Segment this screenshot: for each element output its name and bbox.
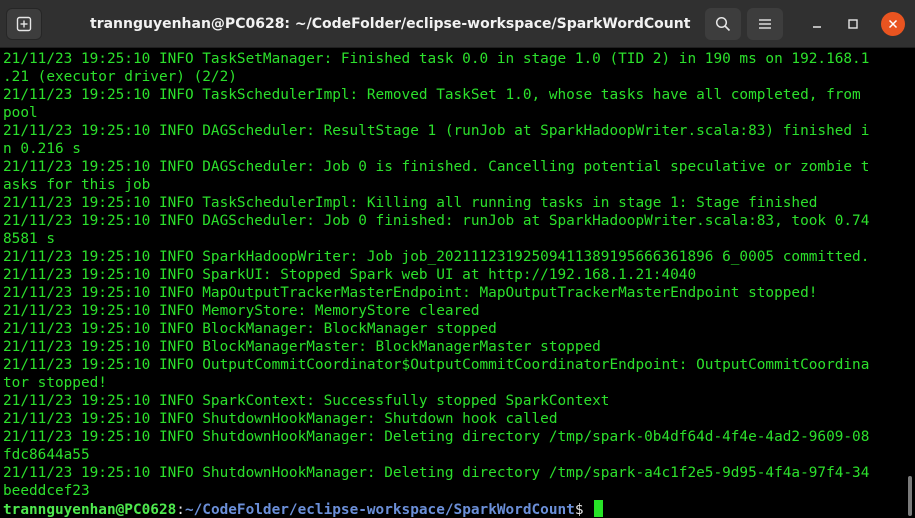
log-line: 21/11/23 19:25:10 INFO ShutdownHookManag… [3, 465, 870, 481]
log-line: 21/11/23 19:25:10 INFO TaskSchedulerImpl… [3, 195, 818, 211]
minimize-icon [813, 26, 821, 28]
scrollbar[interactable] [905, 48, 915, 518]
menu-button[interactable] [747, 8, 783, 40]
log-line: 21/11/23 19:25:10 INFO MemoryStore: Memo… [3, 303, 480, 319]
log-line: 21/11/23 19:25:10 INFO MapOutputTrackerM… [3, 285, 818, 301]
log-line: pool [3, 105, 38, 121]
log-line: 21/11/23 19:25:10 INFO TaskSetManager: F… [3, 51, 870, 67]
log-line: 21/11/23 19:25:10 INFO DAGScheduler: Job… [3, 213, 870, 229]
log-line: 21/11/23 19:25:10 INFO BlockManager: Blo… [3, 321, 497, 337]
terminal-window: trannguyenhan@PC0628: ~/CodeFolder/eclip… [0, 0, 915, 518]
log-line: 21/11/23 19:25:10 INFO DAGScheduler: Res… [3, 123, 870, 139]
log-line: asks for this job [3, 177, 151, 193]
log-line: .21 (executor driver) (2/2) [3, 69, 237, 85]
log-line: tor stopped! [3, 375, 107, 391]
command-prompt[interactable]: trannguyenhan@PC0628:~/CodeFolder/eclips… [3, 500, 905, 518]
log-line: beeddcef23 [3, 483, 90, 499]
maximize-button[interactable] [837, 8, 869, 40]
text-cursor [594, 500, 604, 517]
log-line: 21/11/23 19:25:10 INFO SparkContext: Suc… [3, 393, 610, 409]
minimize-button[interactable] [801, 8, 833, 40]
log-line: 21/11/23 19:25:10 INFO SparkHadoopWriter… [3, 249, 870, 265]
log-line: 21/11/23 19:25:10 INFO OutputCommitCoord… [3, 357, 870, 373]
log-line: 21/11/23 19:25:10 INFO SparkUI: Stopped … [3, 267, 697, 283]
search-icon [715, 16, 731, 32]
prompt-symbol: $ [574, 502, 593, 518]
scrollbar-thumb[interactable] [908, 476, 912, 516]
window-title: trannguyenhan@PC0628: ~/CodeFolder/eclip… [90, 16, 691, 32]
title-bar[interactable]: trannguyenhan@PC0628: ~/CodeFolder/eclip… [0, 0, 915, 48]
maximize-icon [848, 19, 858, 29]
prompt-user-host: trannguyenhan@PC0628 [3, 502, 177, 518]
log-line: 21/11/23 19:25:10 INFO BlockManagerMaste… [3, 339, 601, 355]
log-line: 8581 s [3, 231, 55, 247]
log-line: fdc8644a55 [3, 447, 90, 463]
search-button[interactable] [705, 8, 741, 40]
log-line: n 0.216 s [3, 141, 81, 157]
close-icon [888, 19, 898, 29]
log-line: 21/11/23 19:25:10 INFO TaskSchedulerImpl… [3, 87, 861, 103]
terminal-output[interactable]: 21/11/23 19:25:10 INFO TaskSetManager: F… [0, 48, 905, 518]
prompt-separator: : [176, 502, 185, 518]
log-line: 21/11/23 19:25:10 INFO DAGScheduler: Job… [3, 159, 870, 175]
close-button[interactable] [881, 12, 905, 36]
new-tab-button[interactable] [6, 8, 42, 40]
hamburger-menu-icon [759, 19, 771, 29]
prompt-path: ~/CodeFolder/eclipse-workspace/SparkWord… [184, 502, 575, 518]
new-tab-icon [16, 16, 32, 32]
log-line: 21/11/23 19:25:10 INFO ShutdownHookManag… [3, 411, 558, 427]
log-line: 21/11/23 19:25:10 INFO ShutdownHookManag… [3, 429, 870, 445]
